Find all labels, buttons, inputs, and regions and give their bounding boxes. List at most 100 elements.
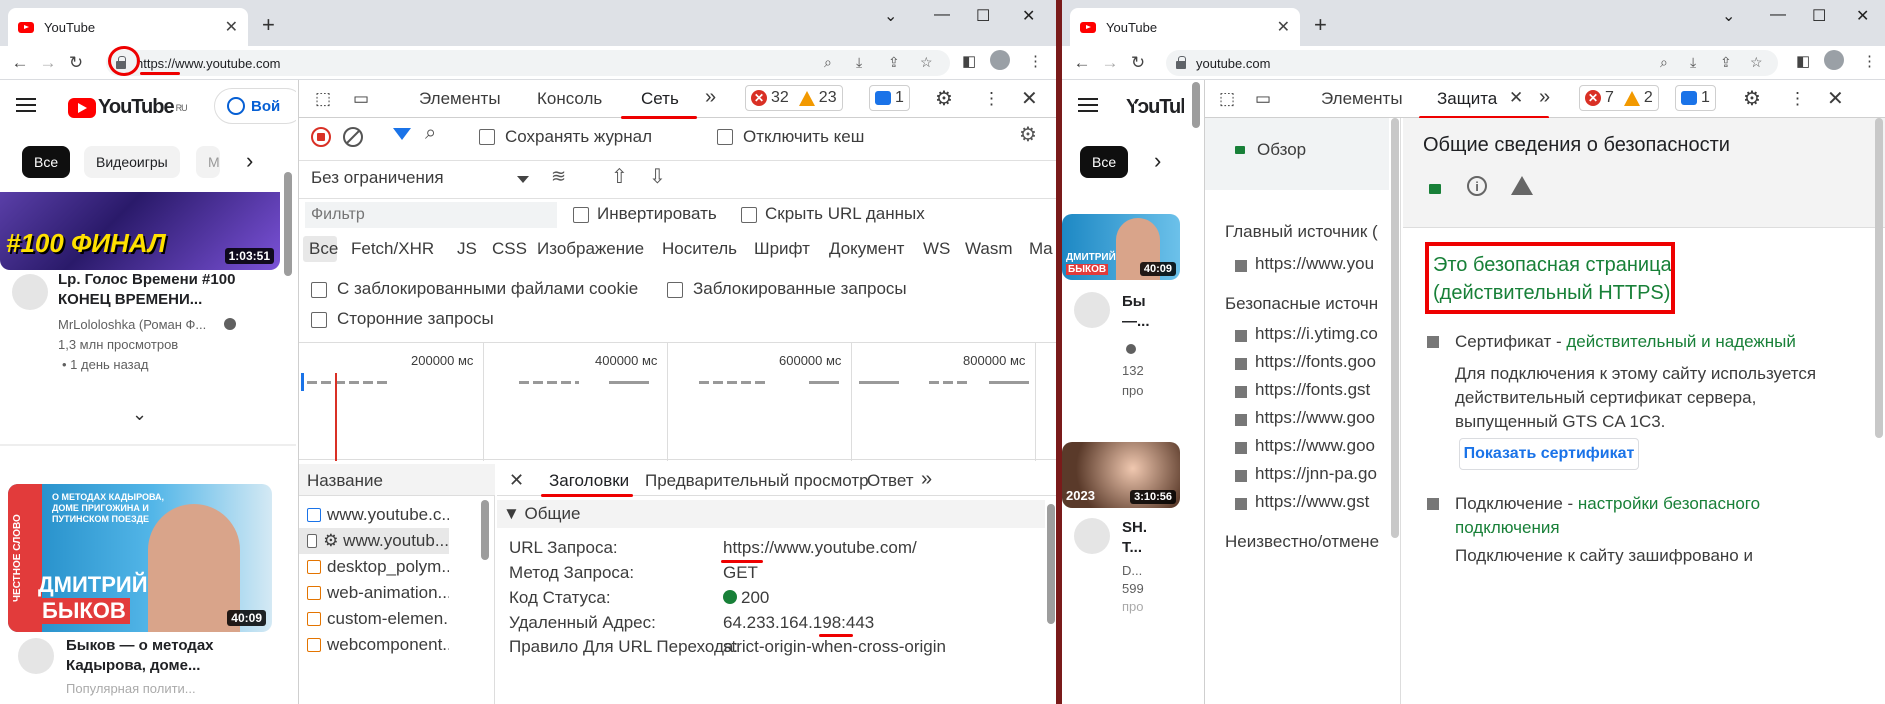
side-panel-icon[interactable]: ◧ [1796,52,1810,70]
request-row-selected[interactable]: ⚙ www.youtub... [299,528,449,554]
messages-badge[interactable]: 1 [869,85,910,111]
type-all[interactable]: Все [309,239,338,259]
blocked-cookies-checkbox[interactable] [311,282,327,298]
secure-origin-url[interactable]: https://i.ytimg.co [1255,324,1378,344]
clear-icon[interactable] [343,127,363,147]
video-title-line1[interactable]: Lp. Голос Времени #100 [58,270,235,290]
chevron-right-icon[interactable]: › [246,148,253,174]
settings-gear-icon[interactable]: ⚙ [1743,86,1761,111]
secure-origin-url[interactable]: https://fonts.goo [1255,352,1376,372]
scrollbar[interactable] [1047,504,1055,624]
secure-origin-url[interactable]: https://fonts.gst [1255,380,1370,400]
type-fetch-xhr[interactable]: Fetch/XHR [351,239,434,259]
main-origin-url[interactable]: https://www.you [1255,254,1374,274]
search-icon[interactable]: ⌕ [1660,54,1668,71]
youtube-logo[interactable]: YouTube RU [68,96,188,119]
tab-elements[interactable]: Элементы [419,89,501,109]
type-media[interactable]: Носитель [662,239,737,259]
more-detail-tabs-icon[interactable]: » [921,468,932,491]
tab-elements[interactable]: Элементы [1321,89,1403,109]
video-title[interactable]: Бы [1122,292,1146,312]
channel-avatar[interactable] [1074,292,1110,328]
type-manifest[interactable]: Ma [1029,239,1053,259]
tab-security[interactable]: Защита [1437,89,1497,109]
maximize-icon[interactable]: ☐ [976,6,990,26]
request-row[interactable]: desktop_polym... [299,554,449,580]
request-row[interactable]: custom-elemen... [299,606,449,632]
tab-preview[interactable]: Предварительный просмотр [645,471,869,491]
blocked-requests-checkbox[interactable] [667,282,683,298]
chip-more[interactable]: М [196,146,220,178]
close-devtools-icon[interactable]: ✕ [1021,86,1038,111]
network-conditions-icon[interactable]: ≋ [551,166,566,187]
install-icon[interactable]: ⤓ [856,54,862,71]
more-tabs-icon[interactable]: » [1539,86,1550,109]
scrollbar[interactable] [1875,118,1883,438]
youtube-logo[interactable]: YouTube [1124,96,1184,119]
video-thumbnail-2[interactable]: 2023 3:10:56 [1062,442,1180,508]
kebab-menu-icon[interactable]: ⋮ [983,89,1000,109]
close-window-icon[interactable]: ✕ [1022,6,1035,26]
bookmark-star-icon[interactable]: ☆ [1750,54,1763,71]
overview-item[interactable]: Обзор [1257,140,1306,160]
request-row[interactable]: web-animation... [299,580,449,606]
scrollbar[interactable] [1391,118,1399,538]
chip-all[interactable]: Все [1080,146,1129,178]
filter-icon[interactable] [393,128,411,140]
preserve-log-checkbox[interactable] [479,129,495,145]
menu-icon[interactable]: ⋮ [1862,52,1877,70]
side-panel-icon[interactable]: ◧ [962,52,976,70]
video-title-line2[interactable]: —... [1122,312,1150,332]
scrollbar[interactable] [284,172,292,276]
view-certificate-button[interactable]: Показать сертификат [1459,438,1639,470]
video-thumbnail-1[interactable]: #100 ФИНАЛ 1:03:51 [0,192,280,270]
video-thumbnail-1[interactable]: ДМИТРИЙ БЫКОВ 40:09 [1062,214,1180,280]
tab-youtube[interactable]: YouTube ✕ [8,8,248,46]
issues-badge[interactable]: ✕ 7 2 [1579,85,1659,111]
new-tab-icon[interactable]: + [1314,12,1327,38]
channel-name[interactable]: MrLololoshka (Роман Ф... [58,316,206,334]
network-settings-icon[interactable]: ⚙ [1019,122,1037,147]
record-button[interactable] [311,127,331,147]
back-icon[interactable]: ← [1068,53,1096,73]
menu-icon[interactable]: ⋮ [1028,52,1043,70]
export-har-icon[interactable]: ⇩ [649,164,666,189]
chevron-right-icon[interactable]: › [1154,148,1161,174]
import-har-icon[interactable]: ⇧ [611,164,628,189]
request-row[interactable]: www.youtube.c... [299,502,449,528]
filter-input[interactable] [305,202,557,228]
sign-in-button[interactable]: Вой [214,88,296,124]
chevron-down-icon[interactable]: ⌄ [132,404,147,425]
kebab-menu-icon[interactable]: ⋮ [1789,89,1806,109]
tab-headers[interactable]: Заголовки [549,471,629,491]
close-details-icon[interactable]: ✕ [509,470,524,491]
back-icon[interactable]: ← [6,53,34,73]
inspect-icon[interactable]: ⬚ [315,89,331,109]
type-document[interactable]: Документ [829,239,904,259]
tab-search-icon[interactable]: ⌄ [1722,6,1735,26]
tab-console[interactable]: Консоль [537,89,602,109]
dropdown-arrow-icon[interactable] [517,176,529,183]
third-party-checkbox[interactable] [311,312,327,328]
close-tab-icon[interactable]: ✕ [225,17,238,37]
video-title-line1[interactable]: Быков — о методах [66,636,214,656]
channel-avatar[interactable] [18,638,54,674]
settings-gear-icon[interactable]: ⚙ [935,86,953,111]
minimize-icon[interactable]: — [934,6,950,24]
scrollbar[interactable] [1192,82,1200,128]
menu-burger-icon[interactable] [1078,98,1098,112]
bookmark-star-icon[interactable]: ☆ [920,54,933,71]
channel-avatar[interactable] [1074,518,1110,554]
throttle-select[interactable]: Без ограничения [311,168,444,188]
address-bar[interactable]: https://www.youtube.com ⌕ ⤓ ⇪ ☆ [106,50,950,76]
lock-icon[interactable] [1176,56,1186,69]
more-tabs-icon[interactable]: » [705,86,716,109]
chip-videogames[interactable]: Видеоигры [84,146,180,178]
forward-icon[interactable]: → [34,53,62,73]
network-timeline[interactable]: 200000 мс 400000 мс 600000 мс 800000 мс [299,342,1056,461]
inspect-icon[interactable]: ⬚ [1219,89,1235,109]
video-thumbnail-2[interactable]: ЧЕСТНОЕ СЛОВО О МЕТОДАХ КАДЫРОВА, ДОМЕ П… [8,484,272,632]
close-tab-icon[interactable]: ✕ [1509,88,1523,108]
profile-avatar[interactable] [1824,50,1844,74]
device-toggle-icon[interactable]: ▭ [1255,89,1271,109]
